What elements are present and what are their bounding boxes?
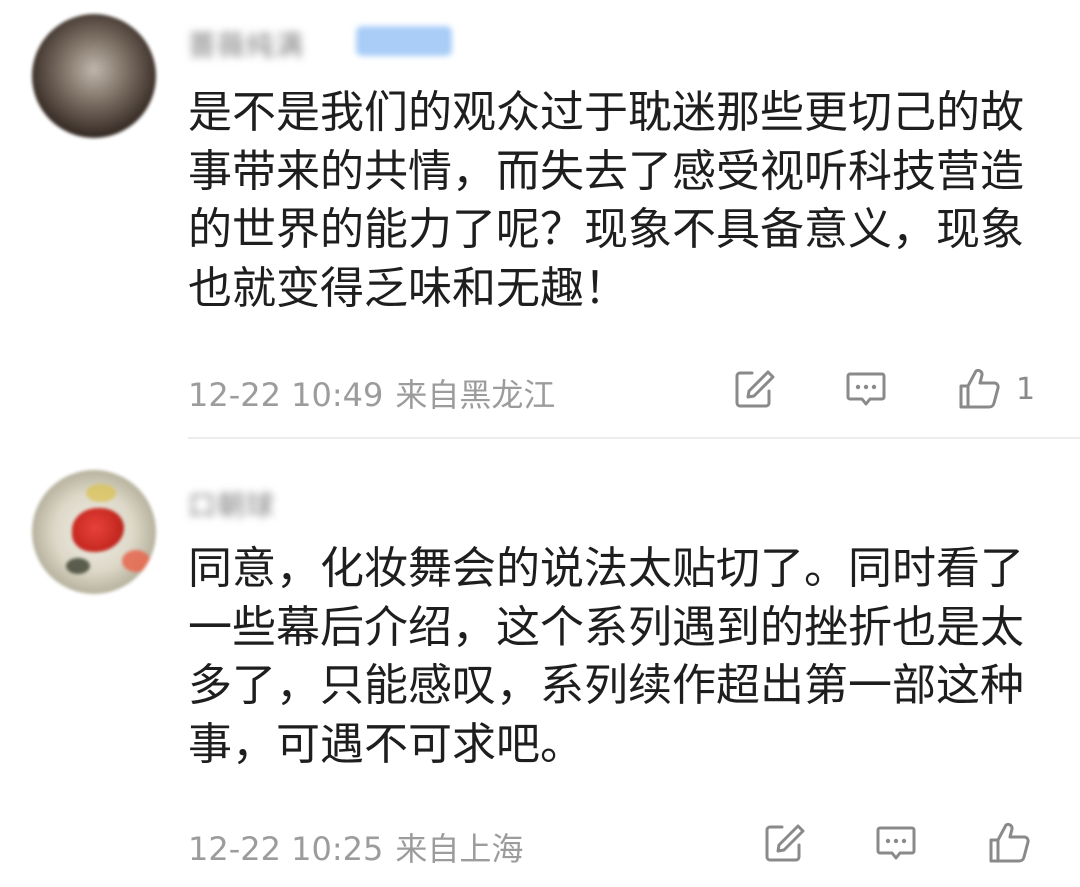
divider <box>188 437 1080 439</box>
reply-button[interactable] <box>844 364 888 414</box>
comment-time: 12-22 10:25 <box>188 830 384 868</box>
reply-button[interactable] <box>874 818 918 868</box>
thumbs-up-icon <box>986 820 1032 866</box>
comment-text: 同意，化妆舞会的说法太贴切了。同时看了一些幕后介绍，这个系列遇到的挫折也是太多了… <box>188 543 1024 770</box>
username[interactable]: 蔷薇纯满 <box>188 24 304 64</box>
comment-list: 蔷薇纯满 是不是我们的观众过于耽迷那些更切己的故事带来的共情，而失去了感受视听科… <box>0 0 1080 887</box>
edit-button[interactable] <box>762 818 806 868</box>
comment-time: 12-22 10:49 <box>188 376 384 414</box>
comment-meta: 12-22 10:49 来自黑龙江 1 <box>188 364 1048 414</box>
comment-location: 来自黑龙江 <box>395 376 556 414</box>
edit-button[interactable] <box>732 364 776 414</box>
reply-icon <box>844 367 888 411</box>
comment-location: 来自上海 <box>395 830 524 868</box>
avatar[interactable] <box>32 470 156 594</box>
like-button[interactable]: 1 <box>956 364 1035 414</box>
username[interactable]: 口朝球 <box>188 484 275 524</box>
thumbs-up-icon <box>956 366 1002 412</box>
avatar[interactable] <box>32 14 156 138</box>
reply-icon <box>874 821 918 865</box>
comment-text: 是不是我们的观众过于耽迷那些更切己的故事带来的共情，而失去了感受视听科技营造的世… <box>188 87 1024 314</box>
like-count: 1 <box>1016 371 1036 407</box>
like-button[interactable] <box>986 818 1046 868</box>
edit-icon <box>762 821 806 865</box>
level-badge <box>356 26 452 56</box>
edit-icon <box>732 367 776 411</box>
comment-meta: 12-22 10:25 来自上海 <box>188 818 1048 868</box>
